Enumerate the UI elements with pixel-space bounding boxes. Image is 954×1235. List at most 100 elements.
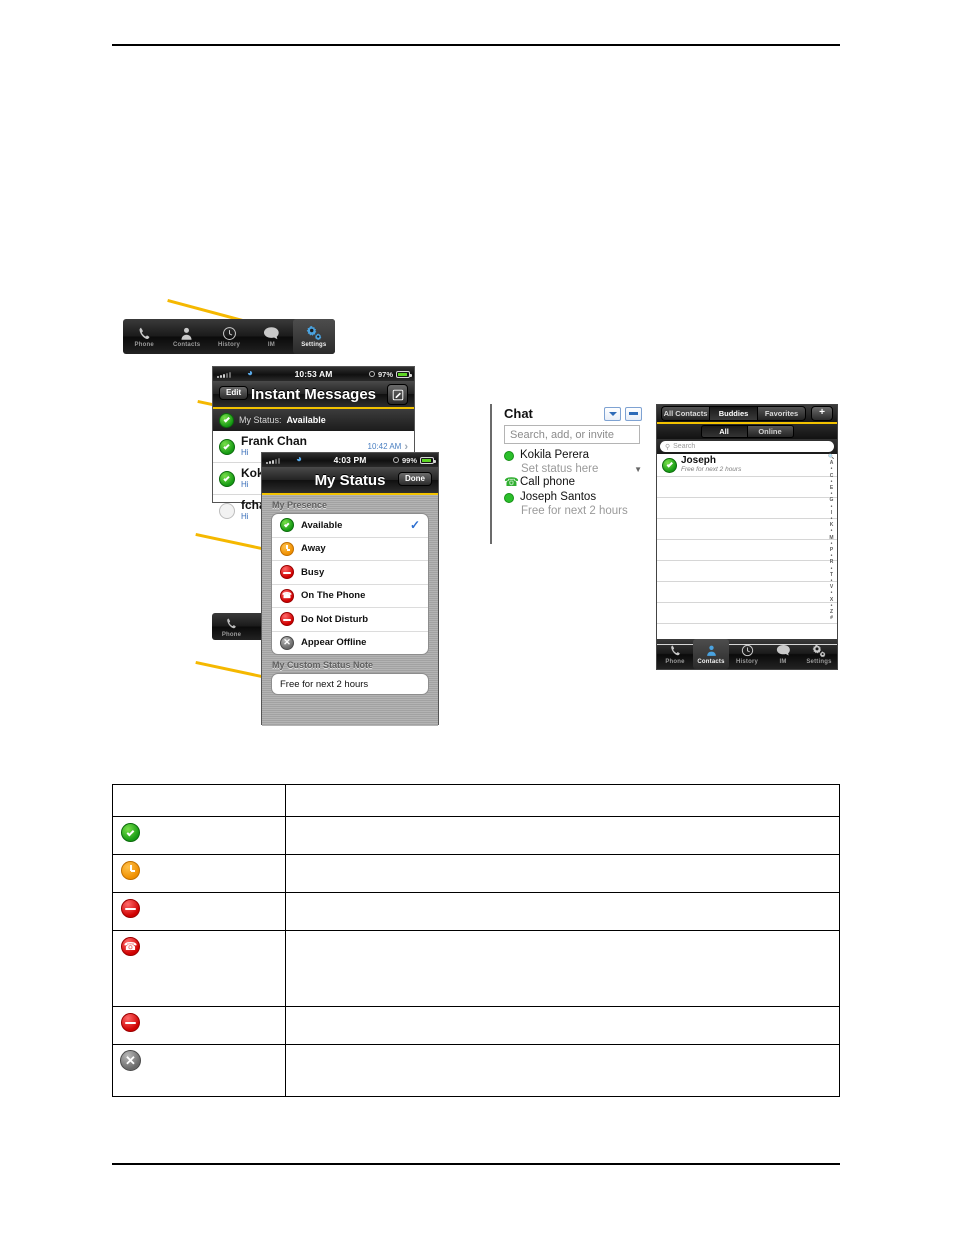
presence-option-away-label: Away xyxy=(301,543,326,555)
filter-all[interactable]: All xyxy=(700,425,747,438)
contact-status: Free for next 2 hours xyxy=(681,466,742,473)
call-phone-label: Call phone xyxy=(520,476,575,488)
chat-buddy-row[interactable]: Joseph Santos xyxy=(504,490,652,505)
custom-status-note-value: Free for next 2 hours xyxy=(280,678,369,690)
my-status-row[interactable]: My Status: Available xyxy=(213,409,414,431)
contacts-tab-bar[interactable]: Phone Contacts History IM Settings xyxy=(657,639,837,669)
legend-desc-cell xyxy=(285,816,840,855)
my-status-value: Available xyxy=(286,415,326,425)
online-dot-icon xyxy=(504,450,514,461)
contacts-filter-bar[interactable]: All Online xyxy=(657,424,837,439)
chat-buddy-status-text: Free for next 2 hours xyxy=(521,505,628,517)
presence-option-busy-label: Busy xyxy=(301,566,325,578)
contact-empty-row xyxy=(657,519,837,540)
contacts-search-placeholder: Search xyxy=(673,443,696,450)
offline-empty-icon xyxy=(219,502,235,519)
presence-option-group: Available ✓ Away Busy ☎ On The Phone Do … xyxy=(271,513,429,655)
table-row: ☎ xyxy=(112,930,840,1007)
presence-option-appear-offline-label: Appear Offline xyxy=(301,637,367,649)
available-icon xyxy=(219,470,235,487)
presence-option-do-not-disturb-label: Do Not Disturb xyxy=(301,613,369,625)
legend-icon-wrap xyxy=(121,823,277,842)
presence-option-on-the-phone[interactable]: ☎ On The Phone xyxy=(272,585,428,608)
contacts-list: Joseph Free for next 2 hours 🔍 A • C • E • G • I •… xyxy=(657,454,837,645)
add-contact-button[interactable]: + xyxy=(811,406,833,421)
tab-settings[interactable]: Settings xyxy=(292,319,336,354)
contacts-tab-phone[interactable]: Phone xyxy=(657,639,693,669)
tab-phone[interactable]: Phone xyxy=(123,319,165,354)
contacts-tab-history[interactable]: History xyxy=(729,639,765,669)
legend-icon-cell xyxy=(112,816,286,855)
alphabet-index-strip[interactable]: 🔍 A • C • E • G • I • K • M • P • R • T • V • X • Z # xyxy=(827,454,836,621)
contact-row-joseph[interactable]: Joseph Free for next 2 hours xyxy=(657,454,837,477)
legend-icon-wrap xyxy=(121,1013,277,1032)
tab-im[interactable]: IM xyxy=(250,319,292,354)
contact-empty-row xyxy=(657,540,837,561)
contact-empty-row xyxy=(657,477,837,498)
chat-search-input[interactable]: Search, add, or invite xyxy=(504,425,640,444)
table-row: ✕ xyxy=(112,1044,840,1097)
legend-desc-cell xyxy=(285,854,840,893)
caret-down-icon[interactable] xyxy=(604,406,621,421)
speech-bubble-icon xyxy=(776,643,791,658)
tab-contacts[interactable]: Contacts xyxy=(165,319,207,354)
contacts-phone: All Contacts Buddies Favorites + All Onl… xyxy=(656,404,838,670)
legend-icon-cell xyxy=(112,892,286,931)
person-icon xyxy=(705,643,718,658)
presence-option-away[interactable]: Away xyxy=(272,538,428,561)
im-title: Instant Messages xyxy=(250,385,377,403)
presence-option-appear-offline[interactable]: ✕ Appear Offline xyxy=(272,632,428,655)
softphone-tab-bar[interactable]: Phone Contacts History IM Settings xyxy=(123,319,336,354)
im-row-1-meta: 10:42 AM › xyxy=(368,441,408,453)
im-status-bar: ◕ 10:53 AM 97% xyxy=(213,367,414,381)
chat-self-name-row[interactable]: Kokila Perera xyxy=(504,448,652,463)
do-not-disturb-icon xyxy=(121,1013,140,1032)
do-not-disturb-icon xyxy=(280,612,294,627)
tab-phone-label: Phone xyxy=(134,341,154,348)
edit-button[interactable]: Edit xyxy=(219,386,249,400)
tab-phone-partial: Phone xyxy=(212,613,251,640)
status-legend-table: ☎ ✕ xyxy=(112,784,840,1097)
battery-icon xyxy=(396,370,412,378)
phone-icon xyxy=(225,616,238,631)
contacts-tab-contacts-label: Contacts xyxy=(697,659,725,665)
custom-status-note-input[interactable]: Free for next 2 hours xyxy=(271,673,429,695)
tab-contacts-label: Contacts xyxy=(172,341,201,348)
status-sheet-body: My Presence Available ✓ Away Busy ☎ On T… xyxy=(262,495,438,726)
im-row-1-name: Frank Chan xyxy=(241,434,308,448)
filter-online[interactable]: Online xyxy=(746,425,794,438)
contacts-segment-bar[interactable]: All Contacts Buddies Favorites + xyxy=(657,405,837,424)
minimize-icon[interactable] xyxy=(625,406,642,421)
call-phone-row[interactable]: ☎ Call phone xyxy=(504,475,652,490)
presence-option-busy[interactable]: Busy xyxy=(272,561,428,585)
segment-buddies[interactable]: Buddies xyxy=(709,406,757,421)
online-dot-icon xyxy=(504,492,514,503)
legend-desc-cell xyxy=(285,1044,840,1097)
contacts-search-bar[interactable]: ⚲ Search xyxy=(657,439,837,454)
segment-favorites[interactable]: Favorites xyxy=(757,406,806,421)
contacts-search-input[interactable]: ⚲ Search xyxy=(660,441,834,452)
legend-icon-cell: ✕ xyxy=(112,1044,286,1097)
contacts-tab-im[interactable]: IM xyxy=(765,639,801,669)
contacts-tab-history-label: History xyxy=(735,659,759,665)
legend-desc-cell xyxy=(285,892,840,931)
compose-icon[interactable] xyxy=(387,384,408,405)
legend-desc-cell xyxy=(285,1006,840,1045)
chat-self-entry: Kokila Perera Set status here ▼ ☎ Call p… xyxy=(492,448,652,517)
index-letter[interactable]: # xyxy=(830,615,833,621)
status-caret-icon[interactable]: ▼ xyxy=(634,465,642,474)
legend-icon-cell xyxy=(112,1006,286,1045)
contacts-tab-settings[interactable]: Settings xyxy=(801,639,837,669)
legend-icon-cell xyxy=(112,854,286,893)
done-button[interactable]: Done xyxy=(398,472,432,486)
magnifier-icon: ⚲ xyxy=(665,443,671,451)
contacts-tab-contacts[interactable]: Contacts xyxy=(693,639,729,669)
tab-history[interactable]: History xyxy=(208,319,250,354)
legend-icon-wrap: ☎ xyxy=(121,937,277,956)
chat-self-status-row[interactable]: Set status here ▼ xyxy=(504,463,652,475)
presence-option-do-not-disturb[interactable]: Do Not Disturb xyxy=(272,608,428,632)
chat-panel-controls xyxy=(604,406,642,421)
presence-option-available[interactable]: Available ✓ xyxy=(272,514,428,538)
header-rule xyxy=(112,44,840,46)
segment-all-contacts[interactable]: All Contacts xyxy=(661,406,709,421)
